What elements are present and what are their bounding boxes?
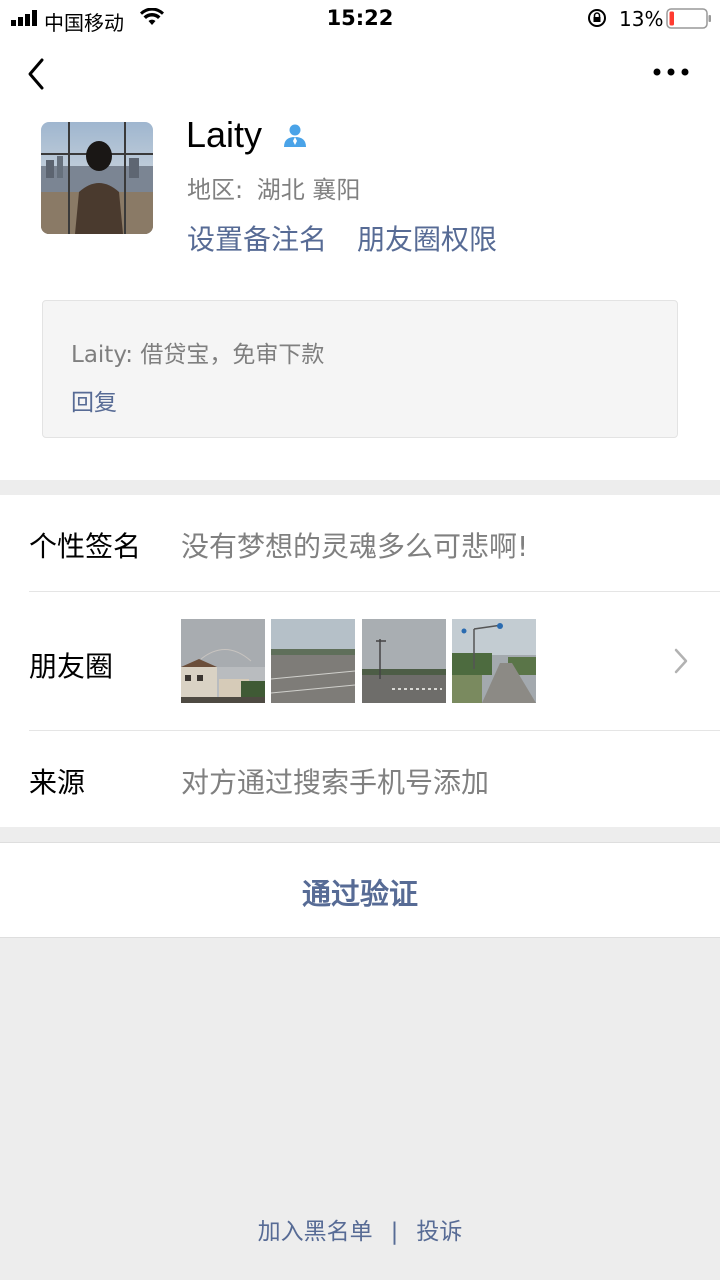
profile-header: Laity 地区: 湖北 襄阳 设置备注名 朋友圈权限 Laity: 借贷宝，免审… [0, 38, 720, 480]
source-row: 来源 对方通过搜索手机号添加 [0, 731, 720, 827]
chevron-right-icon[interactable] [673, 647, 689, 675]
footer-links: 加入黑名单 | 投诉 [0, 1212, 720, 1246]
source-value: 对方通过搜索手机号添加 [181, 766, 490, 799]
blacklist-link[interactable]: 加入黑名单 [258, 1219, 373, 1245]
moments-photo [271, 619, 355, 703]
avatar[interactable] [41, 122, 153, 234]
user-badge-icon [284, 124, 306, 147]
battery-percent: 13% [619, 7, 664, 31]
verification-message: Laity: 借贷宝，免审下款 回复 [42, 300, 678, 438]
info-section: 个性签名 没有梦想的灵魂多么可悲啊! 朋友圈 来源 对方通过搜索手机号添加 [0, 495, 720, 827]
moments-row[interactable]: 朋友圈 [0, 495, 720, 731]
moments-photo [362, 619, 446, 703]
battery-icon [666, 8, 711, 29]
moments-photo [181, 619, 265, 703]
region-label: 地区: [187, 176, 244, 204]
status-bar: 中国移动 15:22 13% [0, 0, 720, 38]
back-button[interactable] [22, 56, 52, 92]
source-label: 来源 [29, 766, 86, 799]
accept-verification-button[interactable]: 通过验证 [0, 871, 720, 913]
message-text: Laity: 借贷宝，免审下款 [71, 342, 325, 368]
more-options-button[interactable] [652, 64, 690, 80]
footer-separator: | [390, 1219, 399, 1245]
moments-photo [452, 619, 536, 703]
region-info: 地区: 湖北 襄阳 [187, 170, 360, 205]
set-remark-link[interactable]: 设置备注名 [187, 223, 327, 256]
profile-name: Laity [186, 114, 263, 155]
profile-links: 设置备注名 朋友圈权限 [187, 218, 497, 258]
report-link[interactable]: 投诉 [416, 1219, 462, 1245]
moments-label: 朋友圈 [29, 650, 114, 683]
profile-page: 中国移动 15:22 13% Laity 地区: 湖北 襄阳 设置备注名 朋友圈… [0, 0, 720, 1280]
reply-link[interactable]: 回复 [71, 383, 117, 417]
moments-permission-link[interactable]: 朋友圈权限 [357, 223, 497, 256]
verify-section: 通过验证 [0, 842, 720, 938]
rotation-lock-icon [588, 9, 606, 27]
region-value: 湖北 襄阳 [256, 176, 361, 204]
clock: 15:22 [326, 6, 394, 30]
